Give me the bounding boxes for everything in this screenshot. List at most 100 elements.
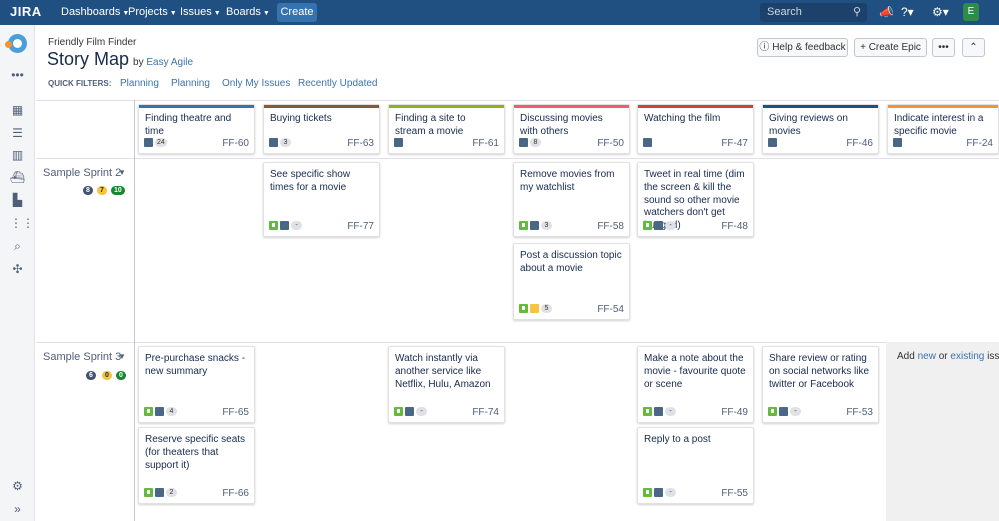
swimlane-divider [134, 100, 135, 521]
author-link[interactable]: Easy Agile [146, 57, 193, 68]
left-sidebar: ••• ▦ ☰ ▥ ⛴ ▙ ⋮⋮ ⌕ ✣ ⚙ » [0, 25, 35, 521]
add-issue-area: Add new or existing issue [886, 342, 999, 521]
story-card[interactable]: Share review or rating on social network… [762, 346, 879, 423]
issue-key[interactable]: FF-46 [846, 138, 873, 149]
epic-icon [893, 138, 902, 147]
issue-key[interactable]: FF-77 [347, 221, 374, 232]
epic-card[interactable]: Watching the filmFF-47 [637, 104, 754, 154]
sprint-2-header[interactable]: Sample Sprint 2▼ [43, 167, 121, 179]
card-title: See specific show times for a movie [270, 169, 373, 195]
user-avatar[interactable]: E [963, 3, 979, 21]
epic-card[interactable]: Finding theatre and time24FF-60 [138, 104, 255, 154]
nav-dashboards[interactable]: Dashboards▼ [61, 6, 129, 18]
help-icon[interactable]: ?▾ [901, 5, 914, 19]
issue-key[interactable]: FF-60 [222, 138, 249, 149]
sprint-name: Sample Sprint 3 [43, 351, 121, 363]
issue-key[interactable]: FF-65 [222, 407, 249, 418]
card-title: Indicate interest in a specific movie [894, 113, 992, 139]
story-card[interactable]: Post a discussion topic about a movie5FF… [513, 243, 630, 320]
story-card[interactable]: Make a note about the movie - favourite … [637, 346, 754, 423]
todo-count-badge: 6 [86, 371, 96, 380]
epic-icon [144, 138, 153, 147]
issue-key[interactable]: FF-58 [597, 221, 624, 232]
issue-key[interactable]: FF-53 [846, 407, 873, 418]
issue-key[interactable]: FF-50 [597, 138, 624, 149]
estimate-pill: - [291, 221, 302, 230]
create-epic-button[interactable]: + Create Epic [854, 38, 927, 57]
issues-icon[interactable]: ⌕ [10, 240, 25, 253]
issue-key[interactable]: FF-24 [966, 138, 993, 149]
reports-icon[interactable]: ▙ [10, 194, 25, 207]
filter-planning-1[interactable]: Planning [120, 78, 159, 89]
issue-key[interactable]: FF-63 [347, 138, 374, 149]
issue-key[interactable]: FF-55 [721, 488, 748, 499]
card-footer: 8 [519, 138, 541, 147]
issue-key[interactable]: FF-74 [472, 407, 499, 418]
issue-key[interactable]: FF-48 [721, 221, 748, 232]
card-title: Finding a site to stream a movie [395, 113, 498, 139]
help-circle-icon: ⓘ [759, 42, 769, 53]
epic-card[interactable]: Discussing movies with others8FF-50 [513, 104, 630, 154]
card-footer: 2 [144, 488, 177, 497]
story-card[interactable]: Reserve specific seats (for theaters tha… [138, 427, 255, 504]
story-card[interactable]: Pre-purchase snacks - new summary4FF-65 [138, 346, 255, 423]
story-card[interactable]: Tweet in real time (dim the screen & kil… [637, 162, 754, 237]
issue-key[interactable]: FF-47 [721, 138, 748, 149]
nav-boards[interactable]: Boards▼ [226, 6, 270, 18]
epic-card[interactable]: Finding a site to stream a movieFF-61 [388, 104, 505, 154]
estimate-pill: - [665, 488, 676, 497]
components-icon[interactable]: ⋮⋮ [10, 217, 25, 230]
estimate-pill: 3 [280, 138, 291, 147]
add-existing-link[interactable]: existing [950, 351, 984, 362]
settings-gear-icon[interactable]: ⚙ [10, 480, 25, 493]
plus-icon: + [860, 42, 866, 53]
create-button[interactable]: Create [277, 3, 317, 22]
collapse-header-button[interactable]: ⌃ [962, 38, 985, 57]
nav-projects-label: Projects [128, 6, 168, 18]
add-new-link[interactable]: new [918, 351, 936, 362]
nav-issues[interactable]: Issues▼ [180, 6, 221, 18]
nav-projects[interactable]: Projects▼ [128, 6, 177, 18]
story-card[interactable]: Watch instantly via another service like… [388, 346, 505, 423]
gear-icon[interactable]: ⚙▾ [932, 5, 949, 19]
expand-sidebar-icon[interactable]: » [10, 503, 25, 516]
chevron-down-icon[interactable]: ▼ [118, 168, 126, 177]
jira-logo[interactable]: JIRA [10, 4, 42, 19]
story-icon [519, 304, 528, 313]
estimate-pill: - [416, 407, 427, 416]
filter-recently-updated[interactable]: Recently Updated [298, 78, 378, 89]
filter-planning-2[interactable]: Planning [171, 78, 210, 89]
card-footer: - [394, 407, 427, 416]
search-input[interactable]: Search⚲ [760, 3, 867, 22]
pages-icon[interactable]: ▥ [10, 149, 25, 162]
epic-card[interactable]: Giving reviews on moviesFF-46 [762, 104, 879, 154]
releases-icon[interactable]: ⛴ [10, 171, 25, 184]
sprint-3-header[interactable]: Sample Sprint 3▼ [43, 351, 121, 363]
chevron-down-icon[interactable]: ▼ [118, 352, 126, 361]
story-card[interactable]: See specific show times for a movie - FF-7… [263, 162, 380, 237]
filter-only-my-issues[interactable]: Only My Issues [222, 78, 290, 89]
issue-key[interactable]: FF-66 [222, 488, 249, 499]
issue-key[interactable]: FF-61 [472, 138, 499, 149]
card-title: Post a discussion topic about a movie [520, 250, 623, 276]
notification-dot [5, 41, 12, 48]
more-icon[interactable]: ••• [10, 69, 25, 82]
issue-key[interactable]: FF-49 [721, 407, 748, 418]
epic-card[interactable]: Indicate interest in a specific movieFF-… [887, 104, 999, 154]
backlog-icon[interactable]: ☰ [10, 127, 25, 140]
megaphone-icon[interactable]: 📣 [879, 5, 894, 19]
issue-key[interactable]: FF-54 [597, 304, 624, 315]
more-options-button[interactable]: ••• [932, 38, 955, 57]
story-card[interactable]: Remove movies from my watchlist3FF-58 [513, 162, 630, 237]
board-icon[interactable]: ▦ [10, 104, 25, 117]
estimate-pill: - [790, 407, 801, 416]
epic-icon [768, 138, 777, 147]
project-name[interactable]: Friendly Film Finder [48, 37, 136, 48]
story-icon [394, 407, 403, 416]
story-card[interactable]: Reply to a post-FF-55 [637, 427, 754, 504]
inprogress-count-badge: 0 [102, 371, 112, 380]
todo-count-badge: 8 [83, 186, 93, 195]
help-feedback-button[interactable]: ⓘ Help & feedback [757, 38, 848, 57]
addons-icon[interactable]: ✣ [10, 263, 25, 276]
epic-card[interactable]: Buying tickets3FF-63 [263, 104, 380, 154]
